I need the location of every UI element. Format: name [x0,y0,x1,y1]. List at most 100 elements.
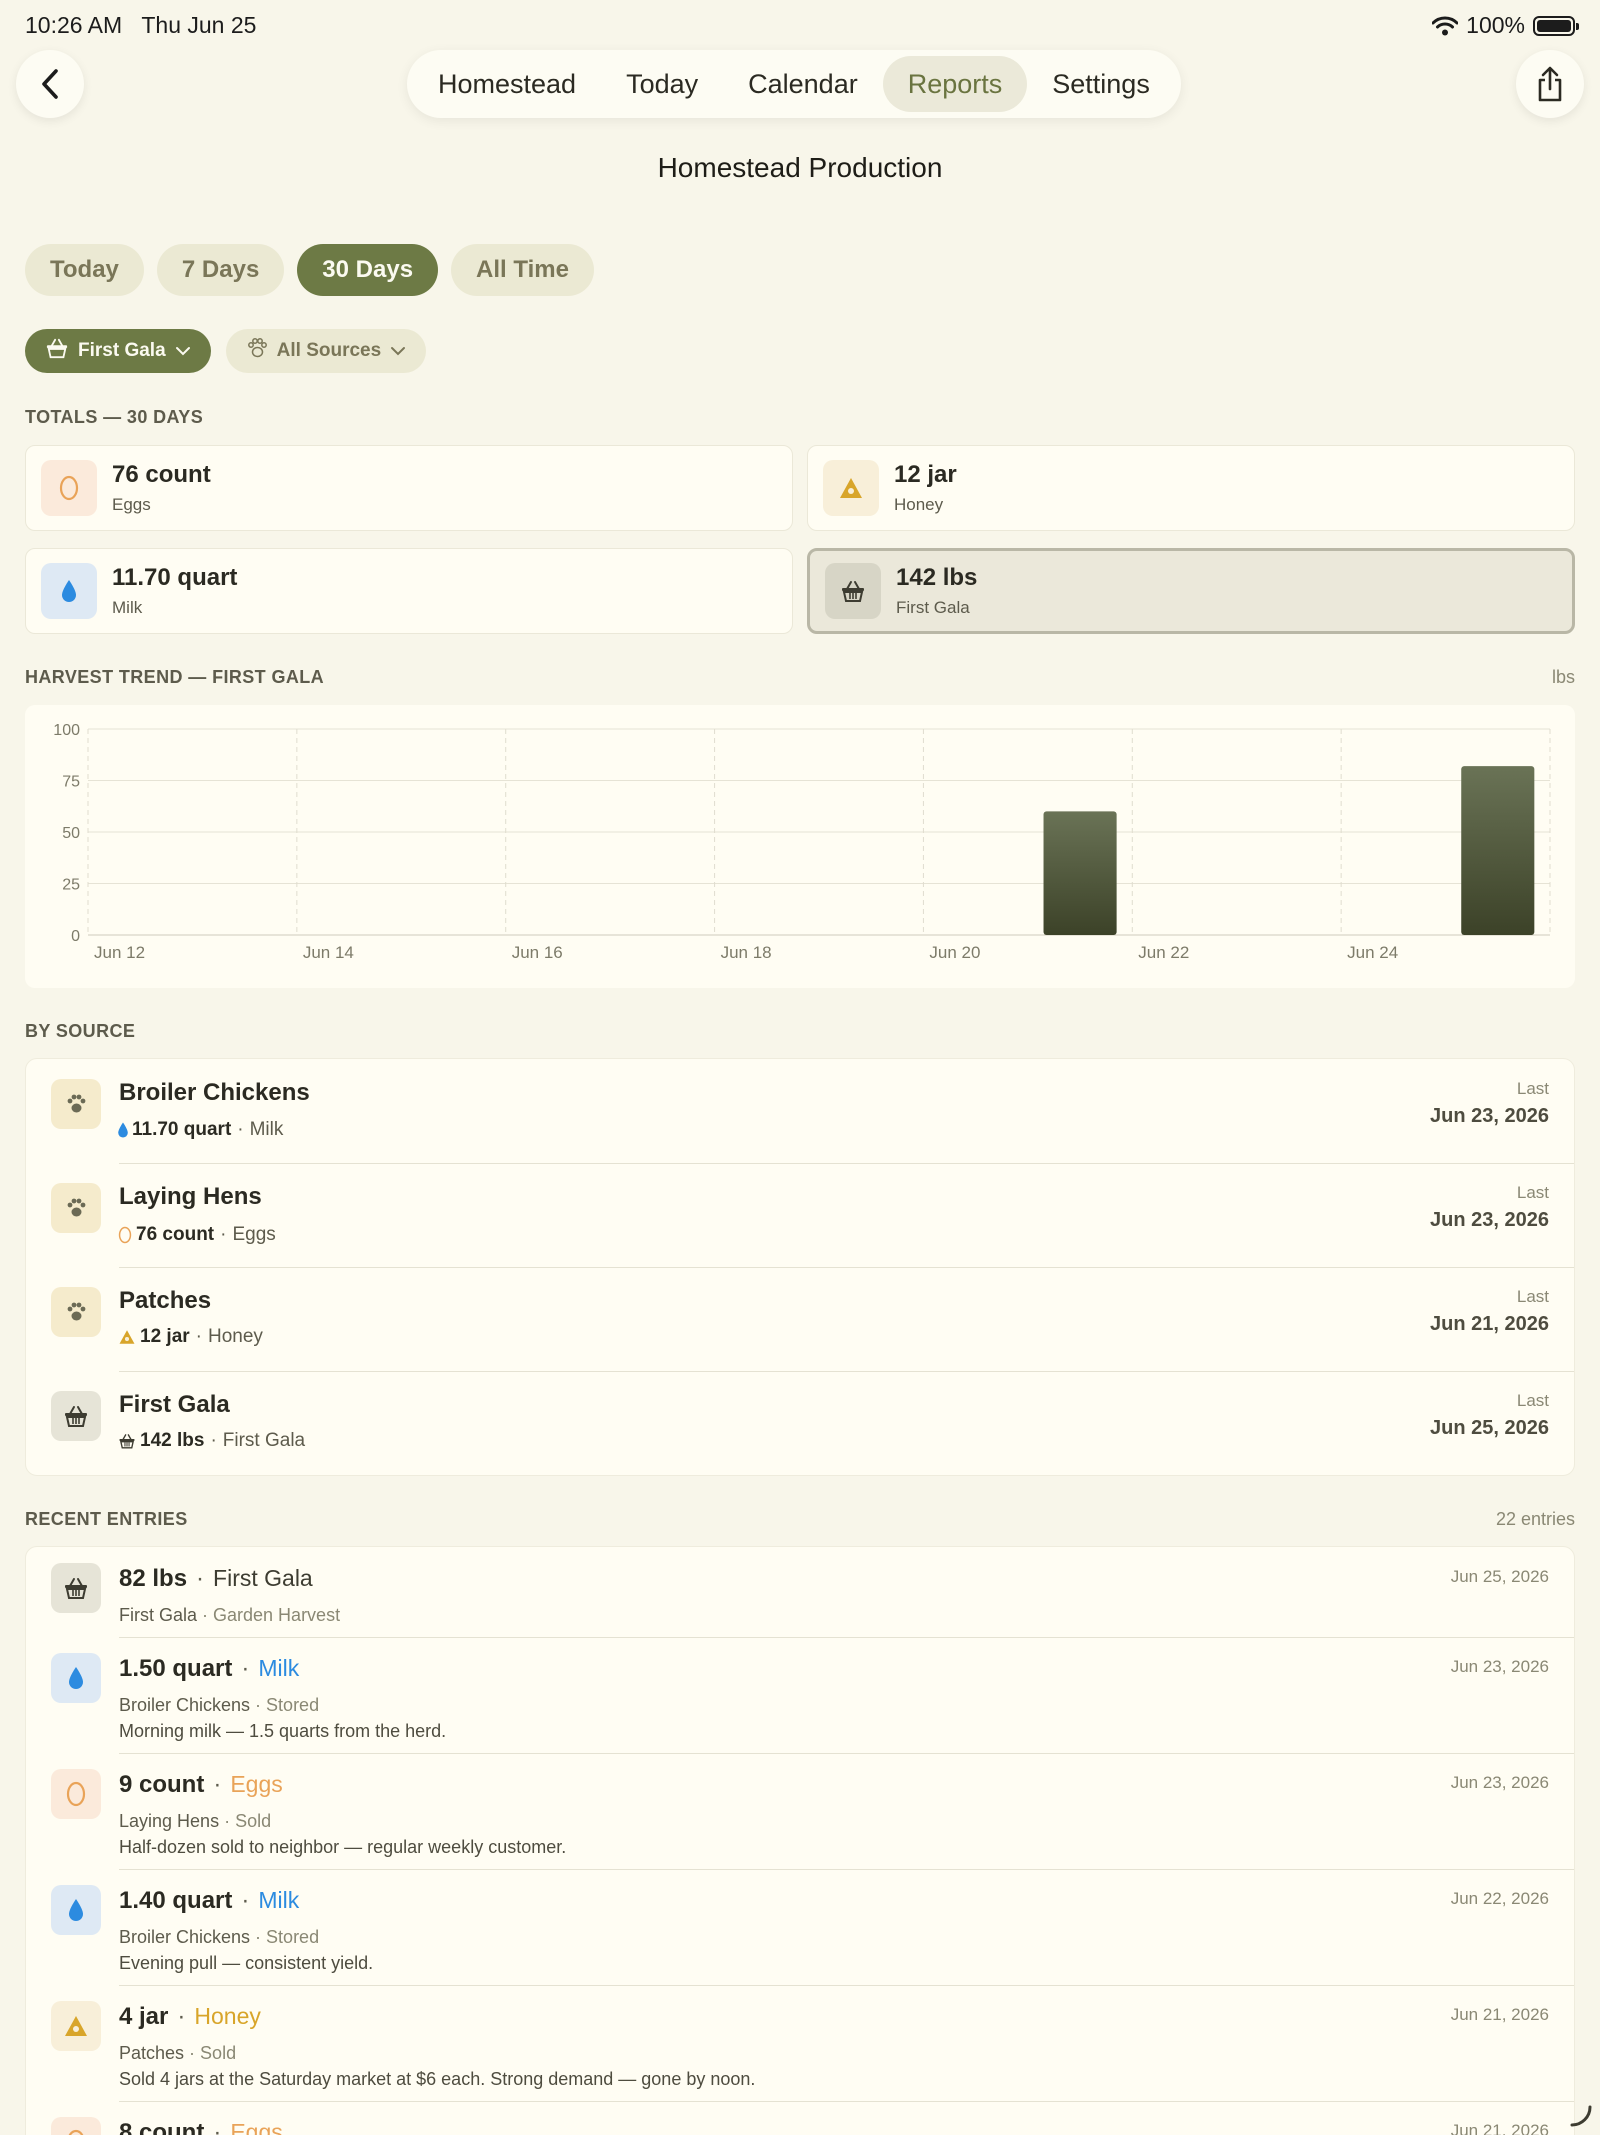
separator-dot: · [197,1605,214,1625]
milk-drop-icon [67,1897,85,1923]
bar-jun-21 [1043,811,1117,935]
total-card-eggs[interactable]: 76 count Eggs [25,445,793,531]
range-7-days[interactable]: 7 Days [156,244,285,296]
source-last-date: Jun 25, 2026 [1430,1417,1549,1439]
entry-title: 82 lbs · First Gala [119,1565,313,1593]
entry-value: 8 count [119,2119,205,2135]
milk-drop-icon [117,1121,129,1139]
entry-title: 8 count · Eggs [119,2119,283,2135]
back-button[interactable] [16,50,84,118]
source-row[interactable]: Patches 12 jar · Honey Last Jun 21, 2026 [26,1267,1574,1371]
entry-row[interactable]: 82 lbs · First Gala First Gala · Garden Har… [26,1547,1574,1637]
source-list: Broiler Chickens 11.70 quart · Milk Last Jun … [25,1058,1575,1476]
product-filter-chip[interactable]: First Gala [25,329,211,373]
range-today[interactable]: Today [25,244,144,296]
paw-icon [65,1301,87,1323]
total-name: Eggs [112,495,151,514]
entry-icon-box [51,1769,101,1819]
entry-source: Broiler Chickens [119,1927,251,1947]
source-icon-box [51,1079,101,1129]
source-row[interactable]: First Gala 142 lbs · First Gala Last Jun 25, … [26,1371,1574,1475]
y-tick-label: 100 [53,722,80,739]
range-selector: Today 7 Days 30 Days All Time [25,244,594,296]
total-card-honey[interactable]: 12 jar Honey [807,445,1575,531]
range-all-time[interactable]: All Time [451,244,594,296]
separator-dot: · [213,2119,222,2135]
source-row[interactable]: Laying Hens 76 count · Eggs Last Jun 23, 2026 [26,1163,1574,1267]
basket-icon [118,1433,136,1449]
source-last: Last Jun 21, 2026 [1430,1287,1549,1336]
separator-dot: · [219,1811,236,1831]
source-last-label: Last [1516,1079,1549,1098]
entry-sub: Broiler Chickens · Stored [119,1695,319,1716]
source-icon-box [51,1183,101,1233]
chevron-down-icon [391,347,406,356]
source-name: Laying Hens [119,1183,262,1210]
chevron-left-icon [42,69,58,99]
source-name: Patches [119,1287,212,1314]
tab-settings[interactable]: Settings [1027,56,1175,112]
battery-icon [1533,15,1579,36]
recent-count: 22 entries [1495,1509,1575,1529]
x-tick-label: Jun 12 [94,943,145,962]
total-card-first-gala[interactable]: 142 lbs First Gala [807,548,1575,634]
entry-date: Jun 21, 2026 [1450,2121,1549,2135]
totals-section-label: TOTALS — 30 DAYS [25,407,204,427]
honey-icon [118,1329,136,1345]
entry-source: First Gala [119,1605,198,1625]
source-last-label: Last [1516,1391,1549,1410]
y-tick-label: 75 [62,774,80,791]
battery-percent: 100% [1466,12,1525,38]
source-last: Last Jun 23, 2026 [1430,1079,1549,1128]
status-time: 10:26 AM Thu Jun 25 [25,12,257,38]
source-meta: 11.70 quart · Milk [117,1117,284,1143]
product-filter-label: First Gala [78,340,166,361]
trend-unit: lbs [1551,667,1575,687]
separator-dot: · [196,1565,205,1592]
tab-calendar[interactable]: Calendar [723,56,883,112]
share-button[interactable] [1516,50,1584,118]
trend-section-label: HARVEST TREND — FIRST GALA [25,667,325,687]
y-tick-label: 50 [62,825,80,842]
source-amount: 11.70 quart [132,1119,232,1140]
source-icon-box [51,1391,101,1441]
entry-date: Jun 23, 2026 [1450,1773,1549,1792]
source-name: First Gala [119,1391,230,1418]
entry-row[interactable]: 1.40 quart · Milk Broiler Chickens · Stored… [26,1869,1574,1985]
source-row[interactable]: Broiler Chickens 11.70 quart · Milk Last Jun … [26,1059,1574,1163]
entry-value: 9 count [119,1771,205,1798]
entry-row[interactable]: 4 jar · Honey Patches · Sold Sold 4 jars at … [26,1985,1574,2101]
tab-homestead[interactable]: Homestead [413,56,601,112]
range-30-days[interactable]: 30 Days [297,244,439,296]
entry-icon-box [51,2117,101,2135]
source-filter-label: All Sources [276,340,382,361]
source-amount: 12 jar [140,1326,190,1347]
source-meta: 12 jar · Honey [119,1325,263,1349]
entry-type: Eggs [230,2119,283,2135]
entry-type: First Gala [213,1565,313,1591]
tab-reports[interactable]: Reports [882,56,1028,112]
total-value: 76 count [112,461,211,488]
basket-icon [63,1404,89,1428]
total-icon-box [823,460,879,516]
entry-status: Garden Harvest [213,1605,341,1625]
harvest-trend-chart: 0 25 50 75 100 Jun 12 Jun 14 Jun 16 Jun 18 Jun 20… [25,705,1575,988]
entry-row[interactable]: 9 count · Eggs Laying Hens · Sold Half-dozen… [26,1753,1574,1869]
source-product: Milk [249,1119,284,1140]
entry-title: 9 count · Eggs [119,1771,283,1799]
source-name: Broiler Chickens [119,1079,310,1106]
honey-icon [63,2014,89,2038]
entry-status: Stored [266,1927,320,1947]
total-card-milk[interactable]: 11.70 quart Milk [25,548,793,634]
status-indicators: 100% [1432,12,1579,39]
separator-dot: · [241,1655,250,1682]
page-title: Homestead Production [657,152,943,183]
entry-row[interactable]: 1.50 quart · Milk Broiler Chickens · Stored… [26,1637,1574,1753]
total-name: Milk [112,598,143,617]
source-last-date: Jun 23, 2026 [1430,1209,1549,1231]
separator-dot: · [250,1695,267,1715]
tab-today[interactable]: Today [601,56,723,112]
entry-row[interactable]: 8 count · Eggs Jun 21, 2026 [26,2101,1574,2135]
egg-icon [58,474,80,502]
source-filter-chip[interactable]: All Sources [225,329,427,373]
